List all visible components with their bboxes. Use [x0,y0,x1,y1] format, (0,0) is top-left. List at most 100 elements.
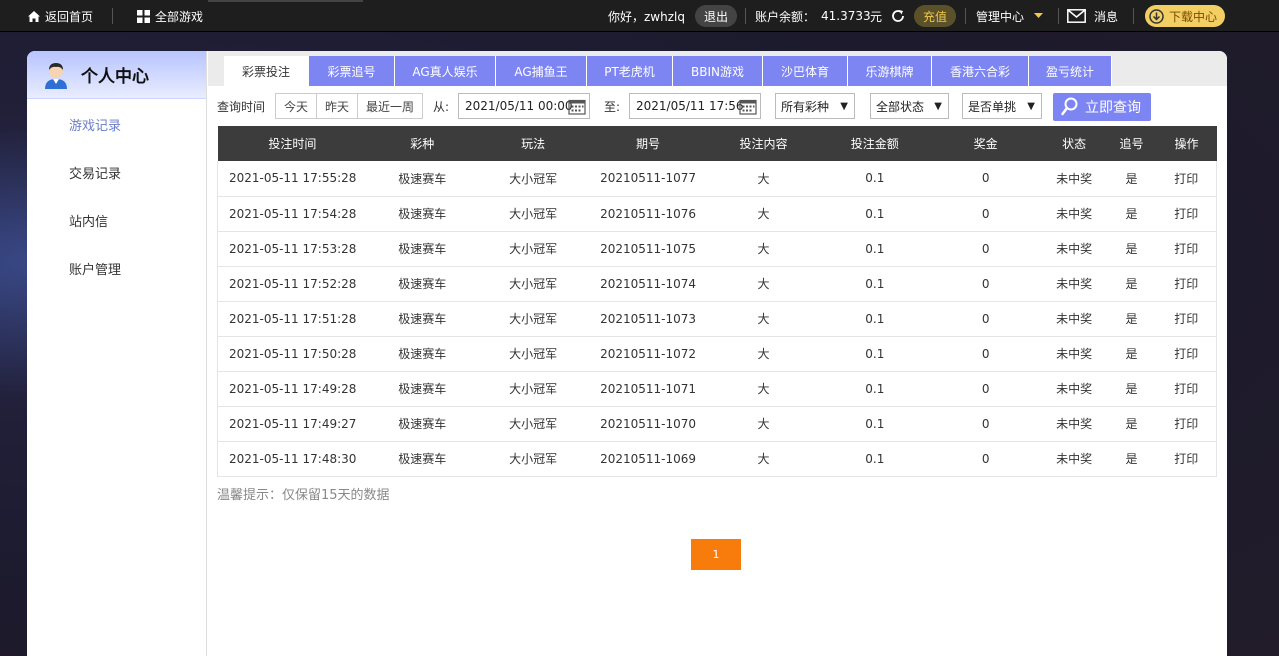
play-type-cell: 大小冠军 [477,196,590,232]
refresh-balance-button[interactable] [890,0,906,32]
quick-range-group: 今天 昨天 最近一周 [275,93,424,119]
status-select[interactable]: 全部状态 ▼ [870,93,949,119]
calendar-icon [568,99,586,115]
issue-cell: 20210511-1074 [589,266,708,302]
bet-time-cell: 2021-05-11 17:51:28 [217,301,368,337]
bet-amount-cell: 0.1 [819,441,930,477]
print-link[interactable]: 打印 [1156,301,1218,337]
bet-time-cell: 2021-05-11 17:49:28 [217,371,368,407]
lottery-cell: 极速赛车 [367,406,478,442]
issue-cell: 20210511-1073 [589,301,708,337]
from-label: 从: [433,99,450,114]
tab-ag-live[interactable]: AG真人娱乐 [395,56,496,86]
tab-profit-stats[interactable]: 盈亏统计 [1029,56,1112,86]
status-cell: 未中奖 [1041,406,1107,442]
messages-link[interactable]: 消息 [1067,0,1118,32]
col-action: 操作 [1156,126,1217,161]
play-type-cell: 大小冠军 [477,336,590,372]
prize-cell: 0 [929,161,1042,197]
tab-saba-sports[interactable]: 沙巴体育 [763,56,848,86]
bet-time-cell: 2021-05-11 17:49:27 [217,406,368,442]
tab-bbin[interactable]: BBIN游戏 [673,56,763,86]
col-lottery: 彩种 [367,126,478,161]
bet-amount-cell: 0.1 [819,301,930,337]
print-link[interactable]: 打印 [1156,371,1218,407]
print-link[interactable]: 打印 [1156,441,1218,477]
home-label: 返回首页 [45,9,94,24]
sidebar-item-game-records[interactable]: 游戏记录 [69,115,121,134]
prize-cell: 0 [929,196,1042,232]
bet-content-cell: 大 [707,266,820,302]
range-today-button[interactable]: 今天 [276,94,318,118]
single-bet-select[interactable]: 是否单挑 ▼ [962,93,1042,119]
print-link[interactable]: 打印 [1156,161,1218,197]
bet-time-cell: 2021-05-11 17:50:28 [217,336,368,372]
tab-hk-mark-six[interactable]: 香港六合彩 [932,56,1029,86]
manage-center-menu[interactable]: 管理中心 [976,0,1044,32]
prize-cell: 0 [929,336,1042,372]
from-date-input[interactable]: 2021/05/11 00:00 [458,93,590,119]
search-icon [1061,97,1078,116]
user-avatar-icon [45,62,67,89]
greeting-text: 你好，zwhzlq [608,9,685,24]
print-link[interactable]: 打印 [1156,196,1218,232]
sidebar-item-transactions[interactable]: 交易记录 [69,163,121,182]
col-bet-time: 投注时间 [217,126,368,161]
home-link[interactable]: 返回首页 [27,0,93,32]
refresh-icon [892,10,904,22]
tab-pt-slots[interactable]: PT老虎机 [587,56,673,86]
recharge-button[interactable]: 充值 [914,5,957,27]
divider [112,8,113,24]
bet-time-cell: 2021-05-11 17:55:28 [217,161,368,197]
table-row: 2021-05-11 17:52:28 极速赛车 大小冠军 20210511-1074… [217,266,1218,302]
to-date-input[interactable]: 2021/05/11 17:56 [629,93,761,119]
query-button[interactable]: 立即查询 [1053,93,1151,121]
main-content: 彩票投注 彩票追号 AG真人娱乐 AG捕鱼王 PT老虎机 BBIN游戏 沙巴体育… [208,51,1227,656]
divider [1133,8,1134,24]
sidebar-item-account[interactable]: 账户管理 [69,259,121,278]
status-cell: 未中奖 [1041,231,1107,267]
lottery-cell: 极速赛车 [367,266,478,302]
chase-cell: 是 [1106,371,1157,407]
query-button-label: 立即查询 [1085,100,1141,116]
lottery-cell: 极速赛车 [367,196,478,232]
col-issue: 期号 [589,126,708,161]
bet-content-cell: 大 [707,301,820,337]
chase-cell: 是 [1106,336,1157,372]
status-cell: 未中奖 [1041,196,1107,232]
page-button-current[interactable]: 1 [691,539,741,570]
lottery-cell: 极速赛车 [367,301,478,337]
bet-content-cell: 大 [707,196,820,232]
print-link[interactable]: 打印 [1156,266,1218,302]
bet-content-cell: 大 [707,231,820,267]
lottery-type-select[interactable]: 所有彩种 ▼ [775,93,855,119]
from-date-value: 2021/05/11 00:00 [465,99,573,113]
logout-button[interactable]: 退出 [695,5,738,27]
print-link[interactable]: 打印 [1156,336,1218,372]
table-row: 2021-05-11 17:54:28 极速赛车 大小冠军 20210511-1076… [217,196,1218,232]
tab-leyou-chess[interactable]: 乐游棋牌 [848,56,932,86]
tab-lottery-chase[interactable]: 彩票追号 [309,56,395,86]
print-link[interactable]: 打印 [1156,406,1218,442]
print-link[interactable]: 打印 [1156,231,1218,267]
table-row: 2021-05-11 17:53:28 极速赛车 大小冠军 20210511-1075… [217,231,1218,267]
bet-time-cell: 2021-05-11 17:48:30 [217,441,368,477]
sidebar-item-inbox[interactable]: 站内信 [69,211,108,230]
balance-value: 41.3733 [821,9,871,23]
prize-cell: 0 [929,406,1042,442]
bet-time-cell: 2021-05-11 17:53:28 [217,231,368,267]
sidebar-header: 个人中心 [27,51,206,99]
all-games-link[interactable]: 全部游戏 [137,0,203,32]
tab-lottery-bets[interactable]: 彩票投注 [224,56,309,86]
table-row: 2021-05-11 17:51:28 极速赛车 大小冠军 20210511-1073… [217,301,1218,337]
download-center-button[interactable]: 下载中心 [1145,5,1226,27]
divider [1058,8,1059,24]
chase-cell: 是 [1106,196,1157,232]
status-cell: 未中奖 [1041,371,1107,407]
bet-amount-cell: 0.1 [819,266,930,302]
tab-ag-fishing[interactable]: AG捕鱼王 [496,56,587,86]
table-header-row: 投注时间 彩种 玩法 期号 投注内容 投注金额 奖金 状态 追号 操作 [217,126,1217,161]
play-type-cell: 大小冠军 [477,161,590,197]
range-yesterday-button[interactable]: 昨天 [317,94,359,118]
range-week-button[interactable]: 最近一周 [358,94,422,118]
